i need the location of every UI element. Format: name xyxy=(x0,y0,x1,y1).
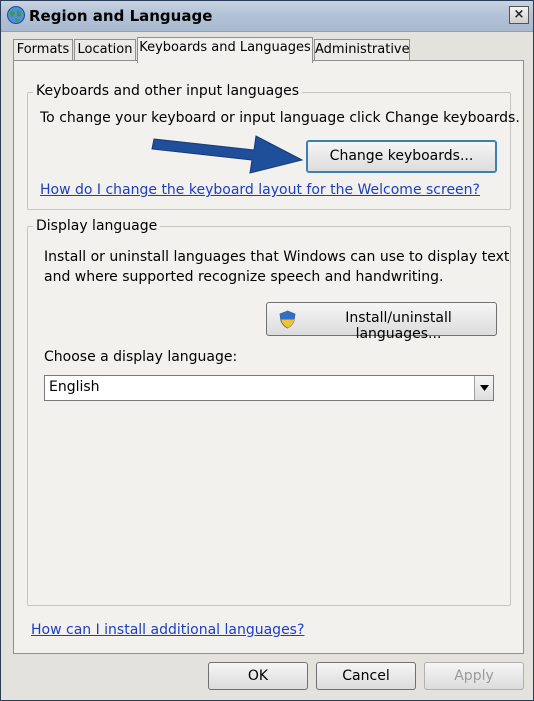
tab-formats[interactable]: Formats xyxy=(13,39,73,61)
tab-location[interactable]: Location xyxy=(74,39,136,61)
install-uninstall-label[interactable]: Install/uninstall languages... xyxy=(301,310,496,342)
keyboards-description: To change your keyboard or input languag… xyxy=(40,110,520,126)
tab-keyboards-and-languages[interactable]: Keyboards and Languages xyxy=(137,37,313,63)
close-icon[interactable]: × xyxy=(514,7,525,22)
install-uninstall-languages-button[interactable]: Install/uninstall languages... xyxy=(266,302,497,342)
title-bar[interactable]: Region and Language × xyxy=(1,1,533,32)
close-button[interactable]: × xyxy=(509,6,529,24)
globe-icon xyxy=(7,6,25,24)
shield-icon xyxy=(279,310,296,329)
window-title: Region and Language xyxy=(29,7,213,25)
tab-administrative[interactable]: Administrative xyxy=(314,39,410,61)
display-language-description-line1: Install or uninstall languages that Wind… xyxy=(44,249,510,265)
choose-display-language-label: Choose a display language: xyxy=(44,349,238,365)
dropdown-arrow-icon xyxy=(480,385,489,391)
tab-strip: Formats Location Keyboards and Languages… xyxy=(1,37,534,63)
ok-button[interactable]: OK xyxy=(208,662,308,690)
display-language-value[interactable]: English xyxy=(49,379,100,395)
keyboards-group-legend: Keyboards and other input languages xyxy=(33,83,303,99)
annotation-arrow xyxy=(151,135,304,174)
display-language-legend: Display language xyxy=(33,218,161,234)
display-language-select[interactable]: English xyxy=(44,375,494,401)
cancel-button[interactable]: Cancel xyxy=(316,662,416,690)
region-language-dialog: Region and Language × Formats Location K… xyxy=(0,0,534,701)
install-additional-languages-link[interactable]: How can I install additional languages? xyxy=(31,622,304,638)
tab-panel: Keyboards and other input languages To c… xyxy=(13,60,524,654)
dropdown-arrow-button[interactable] xyxy=(474,376,493,400)
welcome-screen-keyboard-link[interactable]: How do I change the keyboard layout for … xyxy=(40,182,480,198)
change-keyboards-button[interactable]: Change keyboards... xyxy=(306,140,497,173)
display-language-description-line2: and where supported recognize speech and… xyxy=(44,269,444,285)
apply-button[interactable]: Apply xyxy=(424,662,524,690)
